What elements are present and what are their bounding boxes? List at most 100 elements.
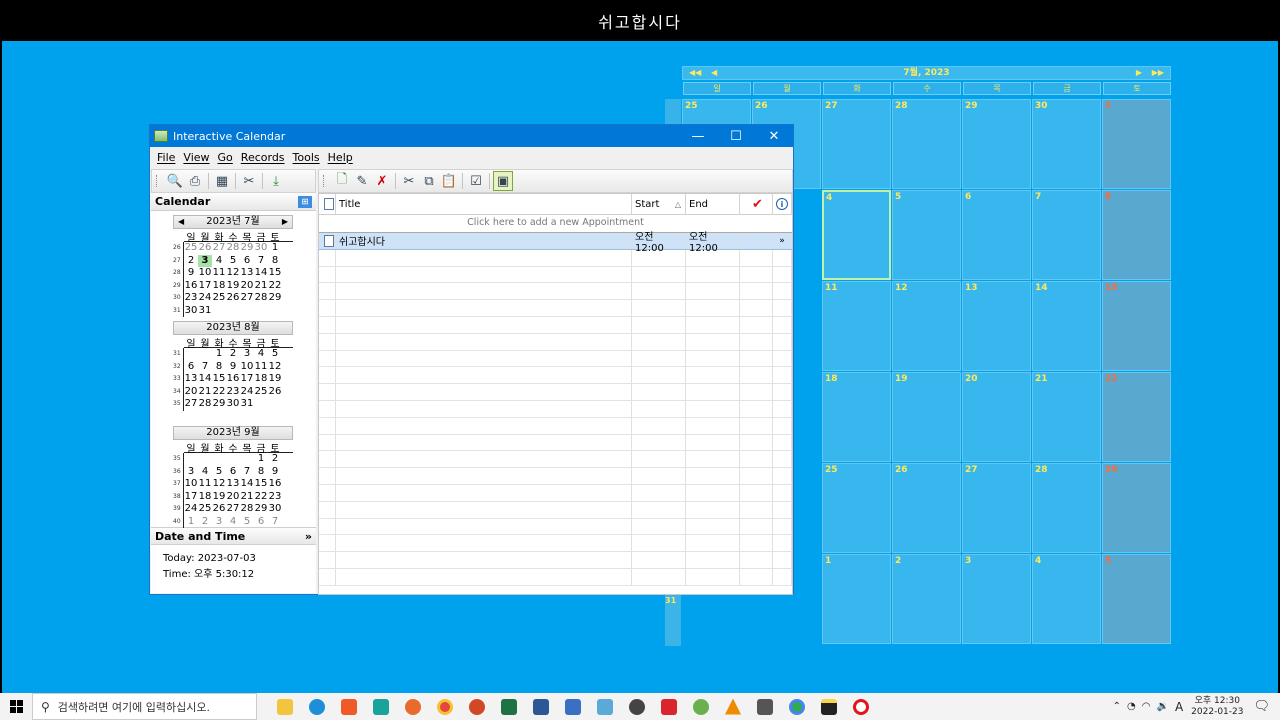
mini-day[interactable]: 22 [254,491,268,504]
menu-file[interactable]: File [157,151,175,164]
mini-day[interactable]: 7 [198,361,212,374]
empty-row[interactable] [319,300,792,317]
mini-day[interactable]: 30 [226,398,240,411]
mini-day[interactable] [226,453,240,466]
mini-day[interactable]: 25 [212,292,226,305]
mini-day[interactable] [254,305,268,318]
calendar-view-icon[interactable]: ▦ [212,171,232,191]
mini-day[interactable]: 7 [268,516,282,529]
mini-day[interactable]: 2 [268,453,282,466]
mini-day[interactable]: 28 [226,242,240,255]
mini-day[interactable]: 16 [184,280,198,293]
mini-day[interactable]: 1 [184,516,198,529]
desktop-day-cell[interactable]: 18 [822,372,891,462]
mini-day[interactable]: 30 [268,503,282,516]
desktop-day-cell[interactable]: 12 [892,281,961,371]
desktop-day-cell[interactable]: 27 [822,99,891,189]
mini-day[interactable]: 14 [198,373,212,386]
sticky-notes-icon[interactable] [813,693,845,720]
app-green-icon[interactable] [365,693,397,720]
chevron-up-icon[interactable]: ⌃ [1113,701,1121,712]
desktop-day-cell[interactable]: 8 [1102,190,1171,280]
mini-day[interactable]: 10 [240,361,254,374]
menu-view[interactable]: View [183,151,209,164]
search-app-icon[interactable] [621,693,653,720]
mini-day[interactable]: 29 [268,292,282,305]
desktop-day-cell[interactable]: 1 [822,554,891,644]
mini-day[interactable] [268,305,282,318]
desktop-day-cell[interactable]: 20 [962,372,1031,462]
find-icon[interactable]: 🔍 [165,171,185,191]
mini-day[interactable]: 14 [240,478,254,491]
calculator-icon[interactable] [749,693,781,720]
empty-row[interactable] [319,333,792,351]
date-time-header[interactable]: Date and Time » [151,527,316,545]
mini-day[interactable]: 24 [240,386,254,399]
empty-row[interactable] [319,384,792,401]
mini-day[interactable]: 15 [212,373,226,386]
mini-day[interactable] [198,453,212,466]
mini-day[interactable]: 24 [198,292,212,305]
desktop-day-cell[interactable]: 29 [962,99,1031,189]
mini-day[interactable]: 22 [268,280,282,293]
mini-day[interactable]: 4 [212,255,226,268]
mini-day[interactable]: 29 [254,503,268,516]
hwp-icon[interactable] [557,693,589,720]
mini-day[interactable]: 5 [212,466,226,479]
mini-day[interactable]: 3 [198,254,212,267]
mini-day[interactable]: 9 [226,361,240,374]
prev-month-icon[interactable]: ◀ [711,67,717,79]
mini-day[interactable]: 20 [240,280,254,293]
desktop-day-cell[interactable]: 4 [822,190,891,280]
color-icon[interactable]: ▣ [493,171,513,191]
next-month-arrow-icon[interactable]: ▶ [282,216,288,228]
mini-day[interactable]: 23 [226,386,240,399]
menu-tools[interactable]: Tools [293,151,320,164]
mini-day[interactable]: 18 [254,373,268,386]
firefox-icon[interactable] [397,693,429,720]
start-column-header[interactable]: Start △ [632,194,686,214]
mini-day[interactable] [212,453,226,466]
mini-day[interactable]: 12 [268,361,282,374]
mini-day[interactable] [184,348,198,361]
mini-day[interactable]: 31 [198,305,212,318]
pin-icon[interactable]: ⊞ [298,195,312,208]
info-column-header[interactable]: i [773,194,792,214]
mini-day[interactable]: 30 [254,242,268,255]
desktop-day-cell[interactable]: 29 [1102,463,1171,553]
mini-day[interactable]: 27 [240,292,254,305]
edit-icon[interactable]: ✎ [352,171,372,191]
mini-day[interactable]: 29 [240,242,254,255]
desktop-day-cell[interactable]: 22 [1102,372,1171,462]
appointment-title[interactable]: 쉬고합시다 [336,233,632,249]
cut-icon[interactable]: ✂ [399,171,419,191]
mini-day[interactable]: 28 [240,503,254,516]
mini-day[interactable]: 1 [212,348,226,361]
desktop-day-cell[interactable]: 15 [1102,281,1171,371]
brave-icon[interactable] [333,693,365,720]
file-explorer-icon[interactable] [269,693,301,720]
desktop-day-cell[interactable]: 25 [822,463,891,553]
empty-row[interactable] [319,552,792,569]
edge-icon[interactable] [301,693,333,720]
mini-day[interactable]: 18 [198,491,212,504]
mini-day[interactable]: 26 [198,242,212,255]
wifi-icon[interactable]: ◠ [1142,701,1151,712]
mini-day[interactable]: 1 [254,453,268,466]
mini-day[interactable]: 11 [198,478,212,491]
mini-day[interactable]: 13 [184,373,198,386]
opera-icon[interactable] [845,693,877,720]
mini-day[interactable]: 17 [240,373,254,386]
toolbar-grip[interactable] [323,175,327,187]
mini-day[interactable]: 20 [184,386,198,399]
next-month-icon[interactable]: ▶ [1136,67,1142,79]
mini-day[interactable]: 11 [212,267,226,280]
desktop-day-cell[interactable]: 13 [962,281,1031,371]
mini-day[interactable]: 5 [226,255,240,268]
mini-day[interactable]: 5 [240,516,254,529]
properties-icon[interactable]: ☑ [466,171,486,191]
mini-day[interactable]: 8 [268,255,282,268]
network-icon[interactable]: ◔ [1127,701,1136,712]
se-app-icon[interactable] [653,693,685,720]
mini-day[interactable]: 28 [254,292,268,305]
